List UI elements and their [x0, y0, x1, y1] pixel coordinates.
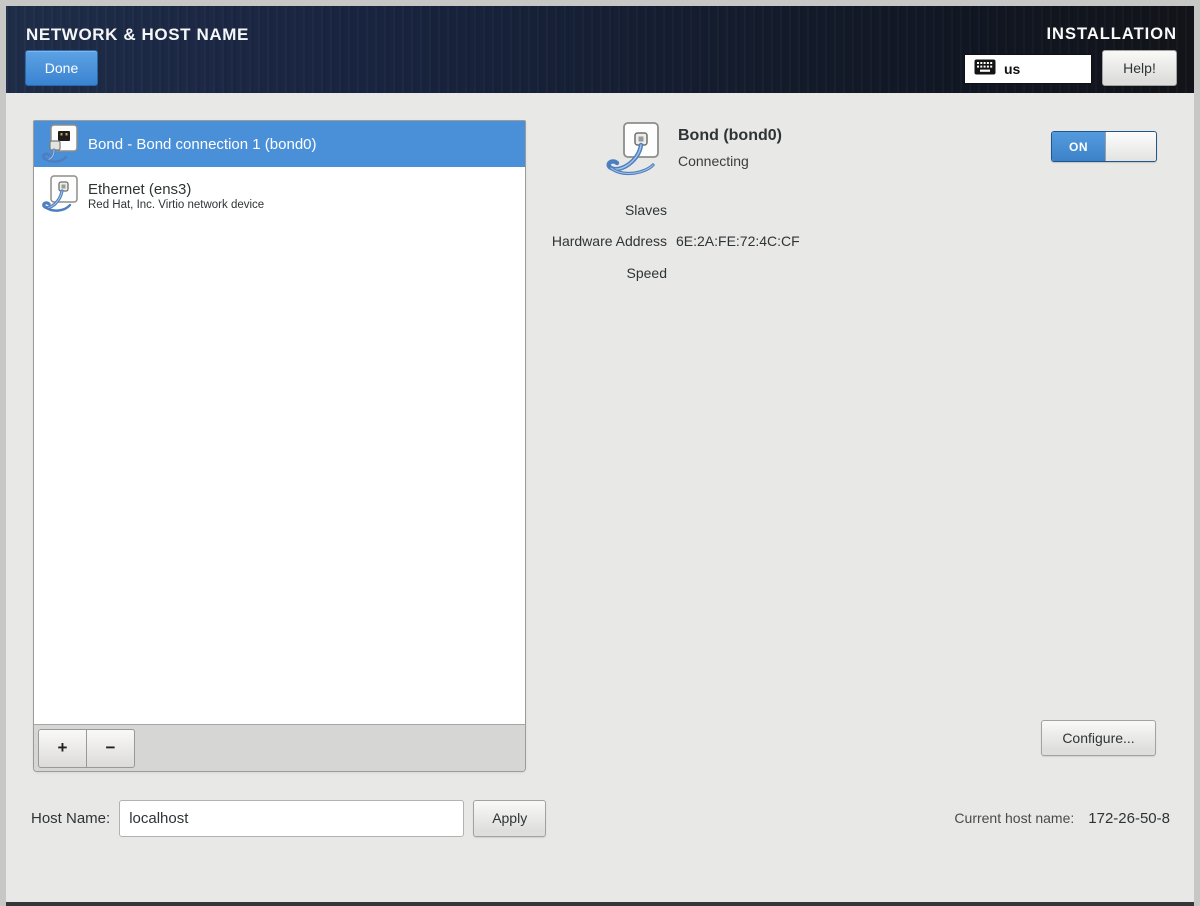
list-item-ethernet[interactable]: Ethernet (ens3) Red Hat, Inc. Virtio net…: [34, 167, 525, 224]
current-hostname-label: Current host name:: [954, 810, 1074, 826]
connection-list: Bond - Bond connection 1 (bond0): [34, 121, 525, 724]
apply-button[interactable]: Apply: [473, 800, 546, 837]
keyboard-layout-indicator[interactable]: us: [964, 54, 1092, 84]
installation-label: INSTALLATION: [1046, 25, 1177, 44]
field-label: Speed: [505, 265, 667, 281]
done-button[interactable]: Done: [25, 50, 98, 86]
header-bar: NETWORK & HOST NAME Done INSTALLATION us: [6, 6, 1194, 93]
help-button[interactable]: Help!: [1102, 50, 1177, 86]
keyboard-layout-code: us: [1004, 61, 1020, 77]
connection-list-panel: Bond - Bond connection 1 (bond0): [33, 120, 526, 772]
device-name: Bond (bond0): [678, 127, 782, 145]
detail-row-hardware-address: Hardware Address 6E:2A:FE:72:4C:CF: [505, 226, 800, 258]
add-connection-button[interactable]: +: [38, 729, 87, 768]
list-item-title: Ethernet (ens3): [88, 181, 264, 198]
remove-connection-button[interactable]: −: [86, 729, 135, 768]
field-label: Hardware Address: [505, 233, 667, 249]
detail-row-speed: Speed: [505, 257, 800, 289]
field-value: 6E:2A:FE:72:4C:CF: [676, 233, 800, 249]
ethernet-icon: [40, 174, 80, 218]
device-on-off-toggle[interactable]: ON: [1051, 131, 1157, 162]
toggle-on-label: ON: [1052, 132, 1105, 161]
list-item-subtitle: Red Hat, Inc. Virtio network device: [88, 199, 264, 211]
hostname-label: Host Name:: [31, 810, 110, 827]
device-status: Connecting: [678, 153, 749, 169]
list-toolbar: + −: [34, 724, 525, 771]
hostname-input[interactable]: [119, 800, 464, 837]
bond-connection-icon: [40, 123, 80, 165]
configure-button[interactable]: Configure...: [1041, 720, 1156, 756]
page-title: NETWORK & HOST NAME: [26, 25, 249, 45]
field-label: Slaves: [505, 202, 667, 218]
screen-frame: NETWORK & HOST NAME Done INSTALLATION us: [0, 0, 1200, 906]
device-detail-fields: Slaves Hardware Address 6E:2A:FE:72:4C:C…: [505, 194, 800, 289]
hostname-row: Host Name: Apply Current host name: 172-…: [31, 799, 1170, 837]
list-item-bond[interactable]: Bond - Bond connection 1 (bond0): [34, 121, 525, 167]
keyboard-icon: [974, 59, 996, 80]
list-item-title: Bond - Bond connection 1 (bond0): [88, 136, 317, 153]
current-hostname-value: 172-26-50-8: [1088, 810, 1170, 827]
detail-row-slaves: Slaves: [505, 194, 800, 226]
toggle-handle[interactable]: [1105, 132, 1156, 161]
main-area: Bond - Bond connection 1 (bond0): [6, 93, 1194, 902]
installer-window: NETWORK & HOST NAME Done INSTALLATION us: [6, 6, 1194, 906]
device-icon: [604, 121, 670, 192]
